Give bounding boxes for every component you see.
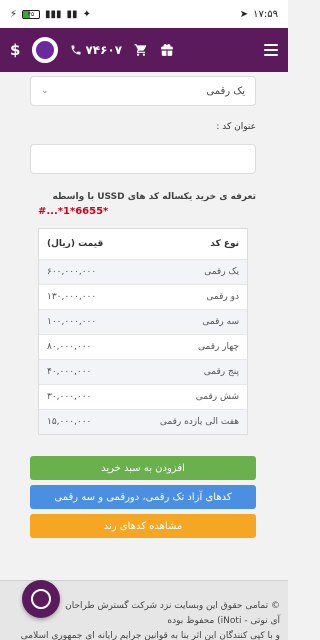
row-name: دو رقمی xyxy=(206,292,239,302)
price-table: نوع کد قیمت (ریال) یک رقمی ۶۰۰,۰۰۰,۰۰۰ دو… xyxy=(38,228,248,435)
tariff-title: تعرفه ی خرید یکساله کد های USSD با واسطه xyxy=(52,192,256,202)
row-price: ۶۰۰,۰۰۰,۰۰۰ xyxy=(47,267,97,277)
clock-text: ۱۷:۵۹ xyxy=(253,8,278,20)
main-content: یک رقمی ⌄ عنوان کد : تعرفه ی خرید یکساله… xyxy=(0,72,288,640)
gift-icon[interactable] xyxy=(160,43,174,57)
logo-mark xyxy=(36,41,55,59)
add-to-cart-button[interactable]: افزودن به سبد خرید xyxy=(30,456,256,480)
signal-icon: ▮▮▮ xyxy=(45,8,62,20)
header-code-type: نوع کد xyxy=(210,239,239,249)
row-name: هفت الی یازده رقمی xyxy=(159,417,239,427)
navbar-right xyxy=(264,41,278,59)
row-name: سه رقمی xyxy=(202,317,239,327)
status-right: ➤ ۱۷:۵۹ xyxy=(240,9,278,20)
table-row: پنج رقمی ۴۰,۰۰۰,۰۰۰ xyxy=(39,359,247,384)
code-type-select[interactable]: یک رقمی ⌄ xyxy=(30,76,256,106)
free-codes-button[interactable]: کدهای آزاد تک رقمی، دورقمی و سه رقمی xyxy=(30,485,256,509)
telegram-icon: ➤ xyxy=(239,8,249,20)
footer-line-3: و با کپی کنندگان این اثر بنا به قوانین ج… xyxy=(20,631,280,640)
headset-icon xyxy=(31,589,51,609)
code-title-input[interactable] xyxy=(30,144,256,174)
row-price: ۳۰,۰۰۰,۰۰۰ xyxy=(47,392,92,402)
status-left: ⚡ ۴۵ ▮▮▮ ▮▮ ✦ xyxy=(10,9,91,20)
table-row: یک رقمی ۶۰۰,۰۰۰,۰۰۰ xyxy=(39,259,247,284)
table-row: هفت الی یازده رقمی ۱۵,۰۰۰,۰۰۰ xyxy=(39,409,247,434)
cart-icon[interactable] xyxy=(134,43,148,57)
row-name: چهار رقمی xyxy=(197,342,239,352)
row-name: یک رقمی xyxy=(204,267,239,277)
support-chat-button[interactable] xyxy=(22,580,60,618)
signal2-icon: ▮▮ xyxy=(66,8,78,20)
row-price: ۱۰۰,۰۰۰,۰۰۰ xyxy=(47,317,97,327)
code-title-label: عنوان کد : xyxy=(216,122,256,132)
table-row: دو رقمی ۱۳۰,۰۰۰,۰۰۰ xyxy=(39,284,247,309)
site-logo[interactable] xyxy=(32,37,59,63)
flash-icon: ⚡ xyxy=(10,8,18,20)
menu-icon[interactable] xyxy=(264,41,278,59)
phone-link[interactable]: ۷۴۶۰۷ xyxy=(70,43,122,57)
phone-icon xyxy=(71,45,81,55)
notification-icon: ✦ xyxy=(82,8,91,20)
top-navbar: $ ۷۴۶۰۷ xyxy=(0,28,288,72)
code-type-value: یک رقمی xyxy=(206,85,245,97)
header-price: قیمت (ریال) xyxy=(47,239,104,249)
table-header: نوع کد قیمت (ریال) xyxy=(39,229,247,259)
table-row: سه رقمی ۱۰۰,۰۰۰,۰۰۰ xyxy=(39,309,247,334)
view-ranked-codes-button[interactable]: مشاهده کدهای رند xyxy=(30,514,256,538)
status-bar: ⚡ ۴۵ ▮▮▮ ▮▮ ✦ ➤ ۱۷:۵۹ xyxy=(0,0,288,28)
table-row: چهار رقمی ۸۰,۰۰۰,۰۰۰ xyxy=(39,334,247,359)
chevron-down-icon: ⌄ xyxy=(41,86,49,96)
ussd-code: #...*1*6655* xyxy=(38,206,109,217)
table-row: شش رقمی ۳۰,۰۰۰,۰۰۰ xyxy=(39,384,247,409)
phone-number: ۷۴۶۰۷ xyxy=(85,43,123,57)
row-name: پنج رقمی xyxy=(203,367,239,377)
battery-icon: ۴۵ xyxy=(22,9,41,19)
row-price: ۸۰,۰۰۰,۰۰۰ xyxy=(47,342,92,352)
row-price: ۱۵,۰۰۰,۰۰۰ xyxy=(47,417,92,427)
navbar-left: $ ۷۴۶۰۷ xyxy=(10,37,174,63)
row-name: شش رقمی xyxy=(195,392,239,402)
row-price: ۱۳۰,۰۰۰,۰۰۰ xyxy=(47,292,97,302)
row-price: ۴۰,۰۰۰,۰۰۰ xyxy=(47,367,92,377)
currency-icon[interactable]: $ xyxy=(10,41,20,59)
